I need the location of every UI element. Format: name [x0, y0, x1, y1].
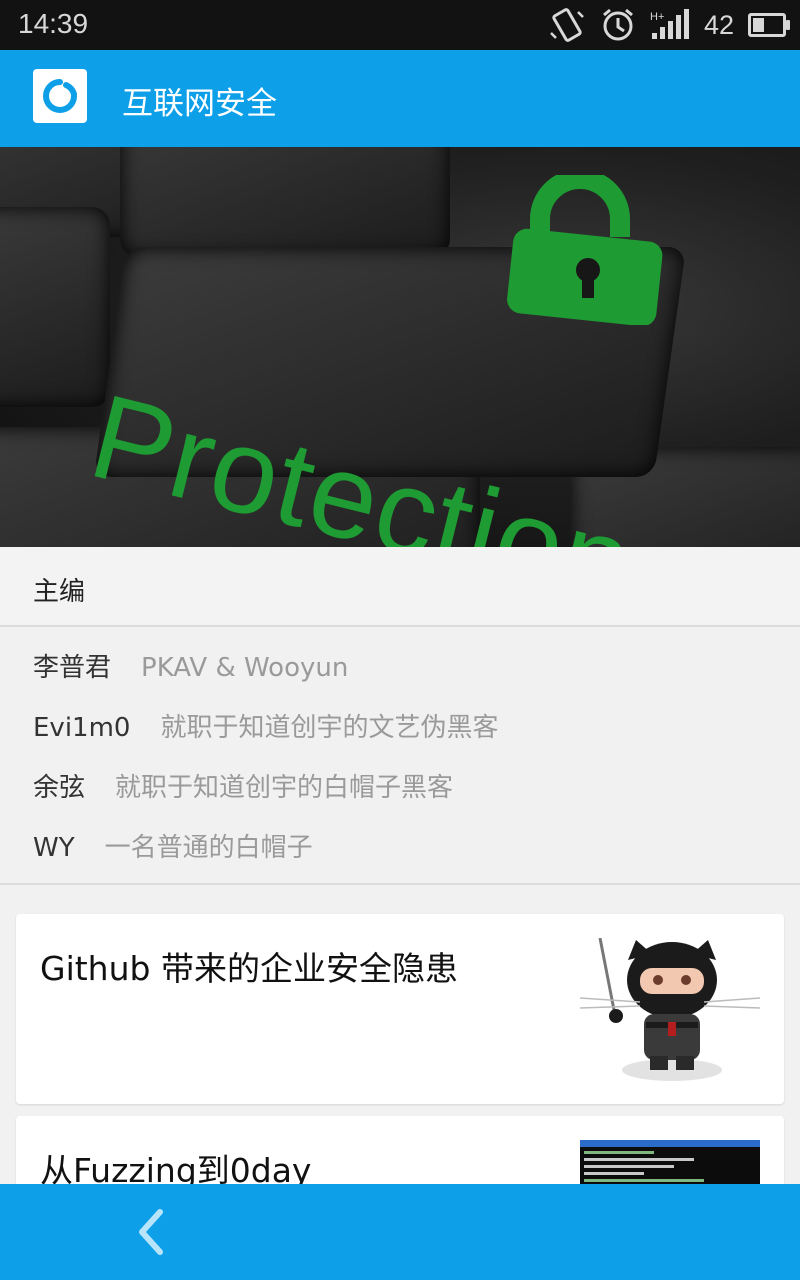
rotate-icon	[550, 8, 584, 42]
editor-item: 李普君 PKAV & Wooyun	[33, 647, 348, 687]
app-bar: 互联网安全	[0, 50, 800, 147]
editor-desc: 就职于知道创宇的白帽子黑客	[115, 773, 454, 803]
bottom-bar	[0, 1184, 800, 1280]
editor-header-label: 主编	[33, 577, 86, 607]
editor-desc: 就职于知道创宇的文艺伪黑客	[160, 713, 499, 743]
hero-image: Protection	[0, 147, 800, 547]
back-arrow-icon[interactable]	[118, 1198, 186, 1266]
status-bar: 14:39 H+ 42	[0, 0, 800, 50]
editor-name: WY	[33, 833, 75, 863]
battery-level: 42	[703, 9, 734, 40]
battery-icon	[748, 13, 790, 37]
editor-list: 李普君 PKAV & Wooyun Evi1m0 就职于知道创宇的文艺伪黑客 余弦就…	[0, 627, 800, 885]
app-title: 互联网安全	[122, 86, 277, 122]
ninja-octocat-thumbnail	[580, 938, 760, 1081]
editor-name: 余弦	[33, 773, 86, 803]
article-title: Github 带来的企业安全隐患	[40, 949, 458, 988]
editor-item: Evi1m0 就职于知道创宇的文艺伪黑客	[33, 707, 498, 747]
editor-name: Evi1m0	[33, 713, 131, 743]
editor-item: WY 一名普通的白帽子	[33, 827, 313, 867]
editor-desc: 一名普通的白帽子	[104, 833, 313, 863]
svg-text:H+: H+	[650, 11, 664, 23]
editor-section-header: 主编	[0, 547, 800, 627]
status-icons: H+ 42	[548, 6, 790, 44]
status-time: 14:39	[18, 8, 89, 39]
editor-name: 李普君	[33, 653, 112, 683]
alarm-icon	[602, 8, 633, 41]
signal-icon: H+	[650, 9, 689, 39]
editor-item: 余弦 就职于知道创宇的白帽子黑客	[33, 767, 453, 807]
article-card[interactable]: Github 带来的企业安全隐患	[16, 914, 784, 1104]
editor-desc: PKAV & Wooyun	[141, 653, 349, 683]
padlock-icon	[507, 175, 663, 325]
app-logo-icon[interactable]	[33, 69, 87, 123]
